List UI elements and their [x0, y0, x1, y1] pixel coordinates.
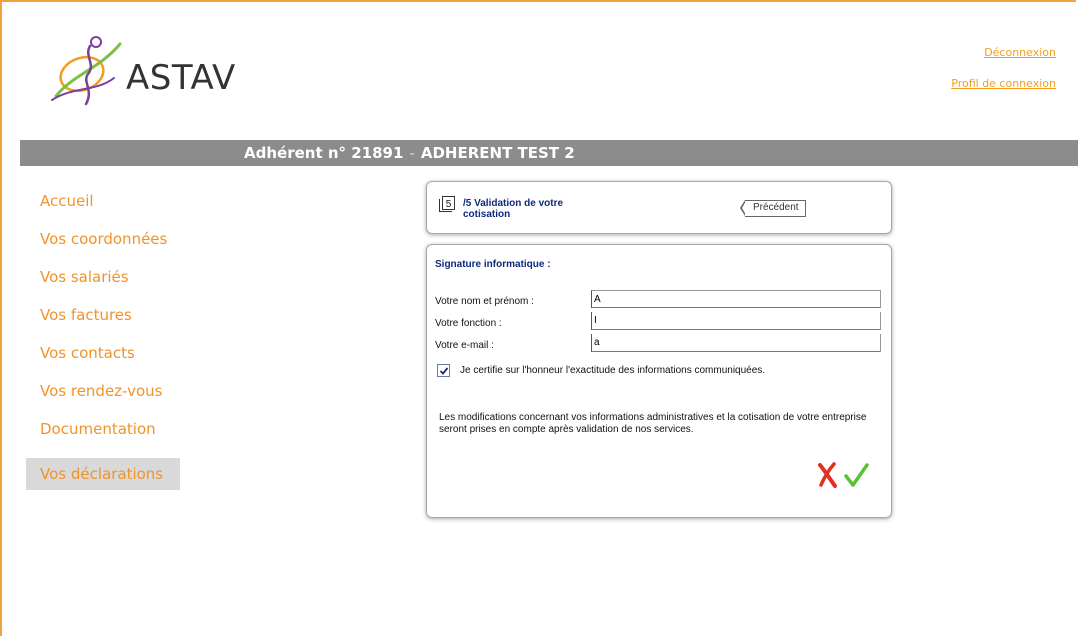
brand-name: ASTAV	[126, 58, 236, 98]
step-title: /5 Validation de votre cotisation	[463, 198, 643, 220]
logo-swirl-icon	[51, 36, 122, 106]
signature-title: Signature informatique :	[435, 259, 551, 270]
member-banner: Adhérent n° 21891- ADHERENT TEST 2	[20, 140, 1078, 166]
email-field[interactable]	[591, 334, 881, 352]
top-links: Déconnexion Profil de connexion	[951, 46, 1056, 108]
step-panel: 5 /5 Validation de votre cotisation Préc…	[426, 181, 892, 234]
function-label: Votre fonction :	[435, 318, 502, 329]
function-field[interactable]	[591, 312, 881, 330]
certify-label: Je certifie sur l'honneur l'exactitude d…	[460, 365, 766, 376]
step-title-line1: /5 Validation de votre	[463, 198, 564, 209]
checkmark-icon	[439, 366, 448, 375]
nav-item-accueil[interactable]: Accueil	[26, 190, 186, 228]
cancel-x-icon[interactable]	[815, 461, 841, 489]
member-number: Adhérent n° 21891	[244, 144, 404, 162]
profile-link[interactable]: Profil de connexion	[951, 77, 1056, 90]
nav-item-declarations[interactable]: Vos déclarations	[26, 458, 180, 490]
sidebar-nav: Accueil Vos coordonnées Vos salariés Vos…	[26, 190, 186, 490]
check-icon[interactable]	[843, 461, 869, 489]
step-number: 5	[446, 199, 452, 210]
astav-logo: ASTAV	[44, 36, 244, 120]
nav-item-rendez-vous[interactable]: Vos rendez-vous	[26, 380, 186, 418]
certify-checkbox[interactable]	[437, 364, 450, 377]
logout-link[interactable]: Déconnexion	[951, 46, 1056, 59]
nav-item-salaries[interactable]: Vos salariés	[26, 266, 186, 304]
step-title-line2: cotisation	[463, 209, 511, 220]
action-buttons	[815, 461, 869, 489]
nav-item-factures[interactable]: Vos factures	[26, 304, 186, 342]
nav-item-contacts[interactable]: Vos contacts	[26, 342, 186, 380]
page-frame: ASTAV Déconnexion Profil de connexion Ad…	[0, 0, 1078, 636]
company-name: ADHERENT TEST 2	[420, 144, 575, 162]
previous-button[interactable]: Précédent	[740, 200, 806, 217]
nav-item-coordonnees[interactable]: Vos coordonnées	[26, 228, 186, 266]
name-field[interactable]	[591, 290, 881, 308]
name-label: Votre nom et prénom :	[435, 296, 534, 307]
banner-separator: -	[409, 144, 415, 162]
step-number-icon: 5	[439, 196, 455, 212]
info-note: Les modifications concernant vos informa…	[439, 412, 867, 435]
email-label: Votre e-mail :	[435, 340, 494, 351]
certify-row: Je certifie sur l'honneur l'exactitude d…	[437, 364, 765, 377]
nav-item-documentation[interactable]: Documentation	[26, 418, 186, 456]
signature-panel: Signature informatique : Votre nom et pr…	[426, 244, 892, 518]
